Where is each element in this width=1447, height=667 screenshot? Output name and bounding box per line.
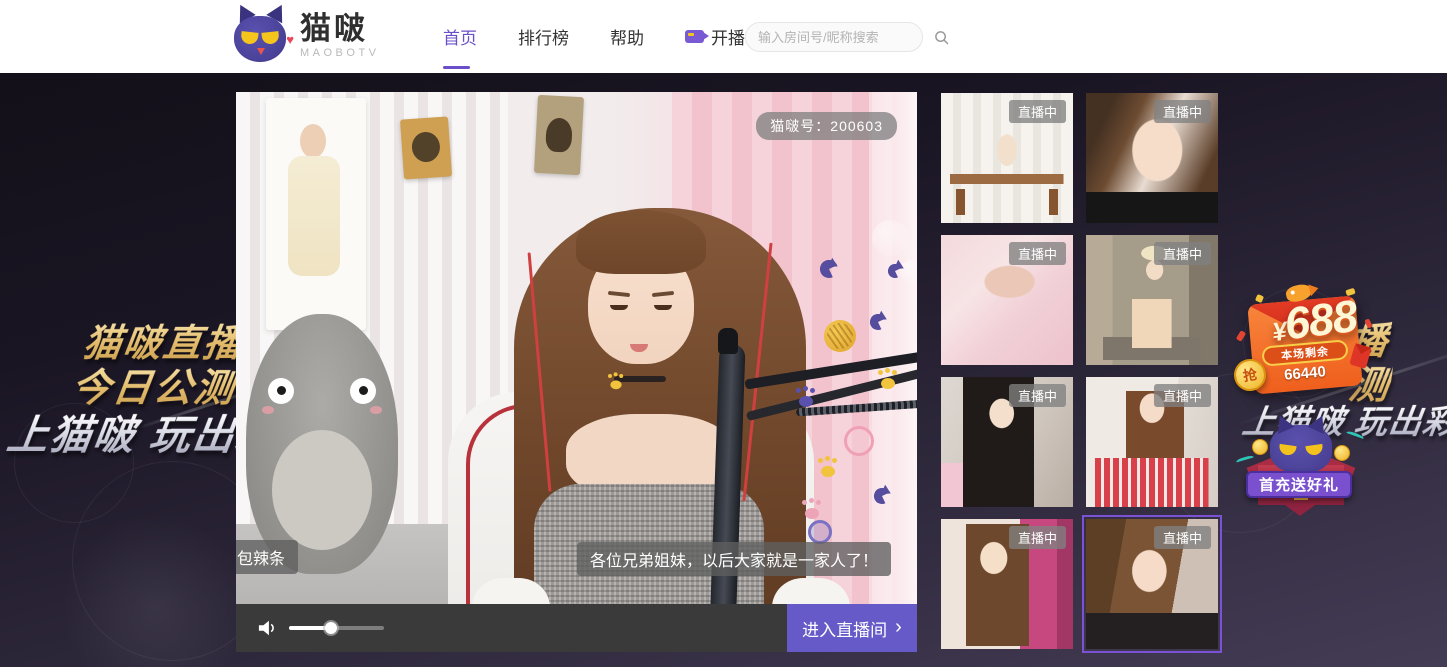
- cat-logo-icon: ♥: [232, 0, 294, 64]
- nav-item-help[interactable]: 帮助: [610, 24, 644, 49]
- heart-icon: ♥: [286, 32, 294, 47]
- streamer-fringe: [576, 210, 706, 274]
- nav-item-ranking[interactable]: 排行榜: [518, 24, 569, 49]
- search-box[interactable]: [745, 22, 949, 52]
- brand-logo[interactable]: ♥ 猫啵 MAOBOTV: [232, 0, 380, 64]
- live-thumbnail-6[interactable]: 直播中: [1086, 377, 1218, 507]
- totoro-plush: [246, 314, 398, 574]
- live-badge: 直播中: [1153, 384, 1211, 407]
- main-nav: 首页 排行榜 帮助 开播: [443, 0, 745, 73]
- live-badge: 直播中: [1008, 384, 1066, 407]
- volume-thumb[interactable]: [324, 622, 337, 634]
- live-thumbnail-7[interactable]: 直播中: [941, 519, 1073, 649]
- yarn-ball-icon: [824, 320, 856, 352]
- player-controls: 进入直播间 ›: [236, 604, 917, 652]
- live-badge: 直播中: [1008, 100, 1066, 123]
- live-badge: 直播中: [1008, 526, 1066, 549]
- video-player[interactable]: 猫啵号：200603 包辣条 各位兄弟姐妹，以后大家就是一家人了！ 进入直播间 …: [236, 92, 917, 652]
- live-thumbnail-1[interactable]: 直播中: [941, 93, 1073, 223]
- volume-slider[interactable]: [289, 622, 384, 634]
- active-tab-underline: [443, 66, 470, 69]
- main-stage: 猫啵直播 今日公测 上猫啵 玩出彩 播 测 上猫啵 玩出彩 猫啵号：200603…: [0, 73, 1447, 667]
- search-icon[interactable]: [934, 30, 949, 45]
- first-charge-badge[interactable]: 首充送好礼: [1246, 471, 1352, 498]
- coin-icon: [1252, 439, 1268, 455]
- camera-icon: [685, 30, 709, 43]
- bokeh-glow: [60, 513, 250, 667]
- live-thumbnail-4[interactable]: 直播中: [1086, 235, 1218, 365]
- room-id-badge: 猫啵号：200603: [756, 112, 897, 140]
- live-badge: 直播中: [1153, 242, 1211, 265]
- enter-room-label: 进入直播间: [802, 620, 888, 640]
- chevron-right-icon: ›: [895, 616, 902, 638]
- top-header: ♥ 猫啵 MAOBOTV 首页 排行榜 帮助 开播: [0, 0, 1447, 73]
- wall-decor: [399, 116, 453, 180]
- coin-icon: [1334, 445, 1350, 461]
- choker: [614, 376, 666, 382]
- cat-face-doodle-icon: [808, 520, 832, 544]
- live-thumbnail-8[interactable]: 直播中: [1082, 515, 1222, 653]
- live-thumbnail-grid: 直播中 直播中 直播中 直播中 直播中 直播中 直播中 直播中: [941, 93, 1222, 653]
- live-thumbnail-2[interactable]: 直播中: [1086, 93, 1218, 223]
- nav-item-broadcast[interactable]: 开播: [685, 24, 745, 49]
- enter-room-button[interactable]: 进入直播间 ›: [787, 604, 917, 652]
- chat-message: 各位兄弟姐妹，以后大家就是一家人了！: [576, 542, 891, 576]
- live-badge: 直播中: [1153, 526, 1211, 549]
- gift-box-bottom: [1278, 500, 1322, 516]
- squiggle-decor: [1235, 454, 1255, 465]
- nav-label: 开播: [711, 29, 745, 48]
- confetti: [1235, 330, 1247, 342]
- brand-title: 猫啵: [300, 11, 368, 46]
- live-badge: 直播中: [1153, 100, 1211, 123]
- live-thumbnail-5[interactable]: 直播中: [941, 377, 1073, 507]
- nav-label: 帮助: [610, 29, 644, 48]
- bubble-doodle: [872, 220, 908, 256]
- brand-subtitle: MAOBOTV: [300, 47, 380, 59]
- live-thumbnail-3[interactable]: 直播中: [941, 235, 1073, 365]
- nav-label: 排行榜: [518, 29, 569, 48]
- wall-decor: [533, 94, 585, 176]
- volume-icon[interactable]: [257, 618, 279, 638]
- cat-face-doodle-icon: [844, 426, 874, 456]
- nav-item-home[interactable]: 首页: [443, 24, 477, 69]
- nav-label: 首页: [443, 29, 477, 48]
- chat-message: 包辣条: [236, 540, 299, 574]
- wall-poster: [266, 98, 366, 330]
- search-input[interactable]: [758, 29, 934, 45]
- live-badge: 直播中: [1008, 242, 1066, 265]
